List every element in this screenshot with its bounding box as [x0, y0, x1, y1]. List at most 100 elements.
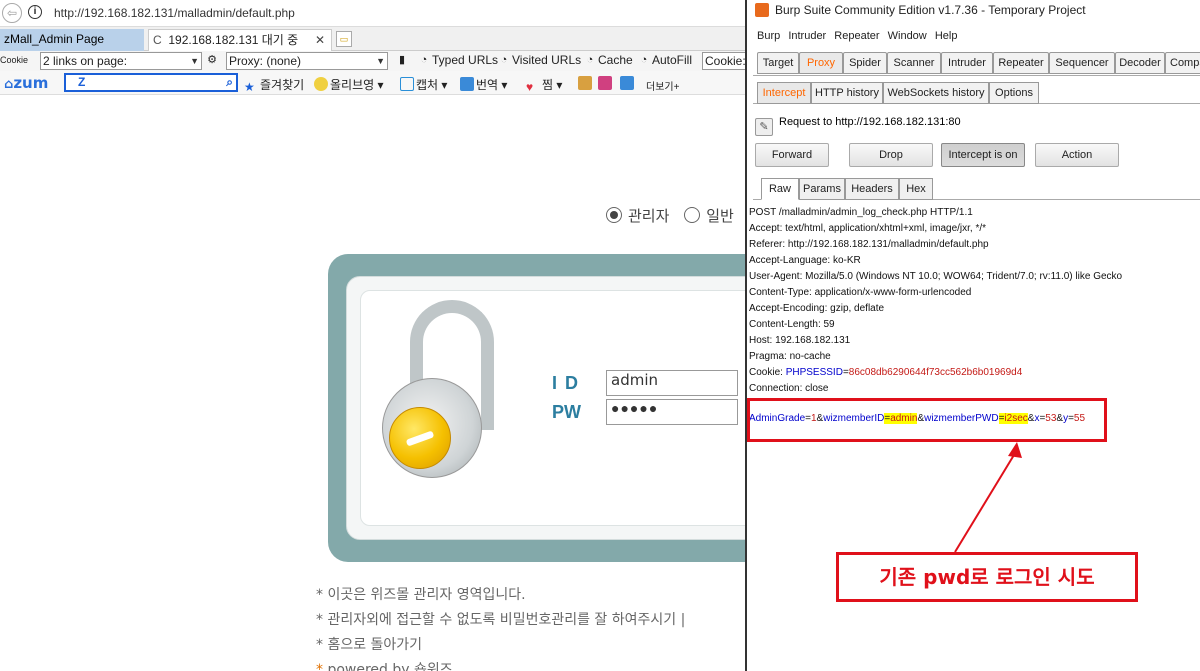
- jjim-button[interactable]: ♥ 찜 ▾: [526, 76, 562, 94]
- burp-menu-bar: Burp Intruder Repeater Window Help: [747, 26, 1200, 46]
- menu-help[interactable]: Help: [935, 30, 958, 42]
- close-tab-icon[interactable]: ✕: [315, 30, 325, 50]
- tab-loading[interactable]: C 192.168.182.131 대기 중 ✕: [148, 29, 332, 51]
- cookie-header: Cookie: PHPSESSID=86c08db6290644f73cc562…: [749, 367, 1022, 378]
- capture-label: 캡처: [416, 78, 439, 92]
- url-text[interactable]: http://192.168.182.131/malladmin/default…: [54, 6, 295, 20]
- forward-button[interactable]: Forward: [755, 143, 829, 167]
- menu-repeater[interactable]: Repeater: [834, 30, 879, 42]
- typed-urls-button[interactable]: Typed URLs: [432, 53, 498, 67]
- tab-options[interactable]: Options: [989, 82, 1039, 104]
- header-line: Content-Length: 59: [749, 319, 835, 330]
- autofill-button[interactable]: AutoFill: [652, 53, 692, 67]
- radio-general-label: 일반: [706, 207, 734, 225]
- visited-urls-button[interactable]: Visited URLs: [512, 53, 581, 67]
- zum-search-value: Z: [78, 75, 86, 89]
- cache-button[interactable]: Cache: [598, 53, 633, 67]
- info-icon[interactable]: i: [28, 5, 42, 19]
- facebook-icon[interactable]: [620, 76, 636, 91]
- zum-toolbar: ⌂zum Z ⌕ ★ 즐겨찾기 올리브영 ▾ 캡처 ▾ 번역 ▾ ♥ 찜 ▾ 더보기+: [0, 71, 748, 95]
- menu-intruder[interactable]: Intruder: [788, 30, 826, 42]
- tab-proxy[interactable]: Proxy: [799, 52, 843, 74]
- zum-search-input[interactable]: Z ⌕: [64, 73, 238, 92]
- zum-logo-text: zum: [13, 74, 49, 92]
- padlock-dial-icon: [389, 407, 451, 469]
- broom-icon[interactable]: [578, 76, 594, 91]
- header-line: Content-Type: application/x-www-form-url…: [749, 287, 972, 298]
- tab-intruder[interactable]: Intruder: [941, 52, 993, 74]
- tab-hex[interactable]: Hex: [899, 178, 933, 200]
- cookie-menu[interactable]: Cookie: [0, 55, 28, 65]
- id-input[interactable]: admin: [606, 370, 738, 396]
- tab-raw[interactable]: Raw: [761, 178, 799, 200]
- menu-window[interactable]: Window: [888, 30, 927, 42]
- tab-websockets-history[interactable]: WebSockets history: [883, 82, 989, 104]
- intercept-toggle-button[interactable]: Intercept is on: [941, 143, 1025, 167]
- radio-admin-label: 관리자: [628, 207, 670, 225]
- burp-main-tabs: Target Proxy Spider Scanner Intruder Rep…: [753, 50, 1200, 76]
- header-line: Accept-Language: ko-KR: [749, 255, 861, 266]
- translate-button[interactable]: 번역 ▾: [460, 76, 507, 93]
- id-label: ID: [552, 373, 586, 393]
- capture-button[interactable]: 캡처 ▾: [400, 76, 447, 93]
- request-target-text: Request to http://192.168.182.131:80: [779, 116, 961, 128]
- translate-icon: [460, 77, 474, 91]
- address-bar: ⇦ i http://192.168.182.131/malladmin/def…: [0, 0, 748, 27]
- settings-icon[interactable]: ⚙: [206, 54, 218, 66]
- links-select[interactable]: 2 links on page: ▼: [40, 52, 202, 70]
- olive-button[interactable]: 올리브영 ▾: [314, 76, 384, 93]
- burp-title-bar: Burp Suite Community Edition v1.7.36 - T…: [747, 0, 1200, 22]
- cookie-field-label: Cookie:: [705, 54, 746, 68]
- home-link[interactable]: * 홈으로 돌아가기: [316, 634, 422, 654]
- zum-logo[interactable]: ⌂zum: [4, 74, 48, 92]
- book-glyph: [598, 76, 612, 90]
- header-line: Referer: http://192.168.182.131/malladmi…: [749, 239, 989, 250]
- tab-scanner[interactable]: Scanner: [887, 52, 941, 74]
- browser-tab-bar: zMall_Admin Page C 192.168.182.131 대기 중 …: [0, 27, 748, 51]
- tab-params[interactable]: Params: [799, 178, 845, 200]
- heart-icon: ♥: [526, 80, 534, 94]
- radio-admin[interactable]: 관리자: [606, 207, 669, 225]
- tab-target[interactable]: Target: [757, 52, 799, 74]
- message-view-tabs: Raw Params Headers Hex: [753, 178, 1200, 200]
- radio-unchecked-icon: [684, 207, 701, 223]
- new-tab-icon[interactable]: ▭: [336, 31, 352, 47]
- annotation-label: 기존 pwd로 로그인 시도: [836, 552, 1138, 602]
- tab-decoder[interactable]: Decoder: [1115, 52, 1165, 74]
- capture-icon: [400, 77, 414, 91]
- password-input[interactable]: ●●●●●: [606, 399, 738, 425]
- proxy-select-value: Proxy: (none): [229, 54, 302, 68]
- tab-http-history[interactable]: HTTP history: [811, 82, 883, 104]
- action-button[interactable]: Action: [1035, 143, 1119, 167]
- back-arrow-icon[interactable]: ⇦: [2, 3, 22, 23]
- note-admin-area: * 이곳은 위즈몰 관리자 영역입니다.: [316, 587, 526, 603]
- highlight-box: [747, 398, 1107, 442]
- powered-star: *: [316, 662, 323, 671]
- cookie-value: 86c08db6290644f73cc562b6b01969d4: [848, 367, 1023, 378]
- tab-repeater[interactable]: Repeater: [993, 52, 1049, 74]
- tab-mall-admin[interactable]: zMall_Admin Page: [0, 29, 144, 51]
- more-button[interactable]: 더보기+: [646, 78, 679, 93]
- fb-glyph: [620, 76, 634, 90]
- favorites-button[interactable]: ★ 즐겨찾기: [244, 76, 304, 94]
- burp-logo-icon: [755, 3, 769, 17]
- tab-spider[interactable]: Spider: [843, 52, 887, 74]
- book-icon[interactable]: ▮: [396, 54, 408, 66]
- radio-general[interactable]: 일반: [684, 207, 734, 225]
- menu-burp[interactable]: Burp: [757, 30, 780, 42]
- cookie-field[interactable]: Cookie:: [702, 52, 748, 70]
- pencil-icon[interactable]: ✎: [755, 118, 773, 136]
- proxy-select[interactable]: Proxy: (none) ▼: [226, 52, 388, 70]
- tab-sequencer[interactable]: Sequencer: [1049, 52, 1115, 74]
- search-icon[interactable]: ⌕: [226, 75, 233, 90]
- tab-intercept[interactable]: Intercept: [757, 82, 811, 104]
- chevron-down-icon: ▼: [376, 56, 385, 66]
- dev-toolbar: Cookie 2 links on page: ▼ ⚙ Proxy: (none)…: [0, 51, 748, 71]
- tab-comparer[interactable]: Compa: [1165, 52, 1200, 74]
- book-red-icon[interactable]: [598, 76, 614, 91]
- links-select-value: 2 links on page:: [43, 54, 128, 68]
- tab-headers[interactable]: Headers: [845, 178, 899, 200]
- visited-urls-icon: ◔: [500, 54, 508, 66]
- radio-checked-icon: [606, 207, 622, 223]
- drop-button[interactable]: Drop: [849, 143, 933, 167]
